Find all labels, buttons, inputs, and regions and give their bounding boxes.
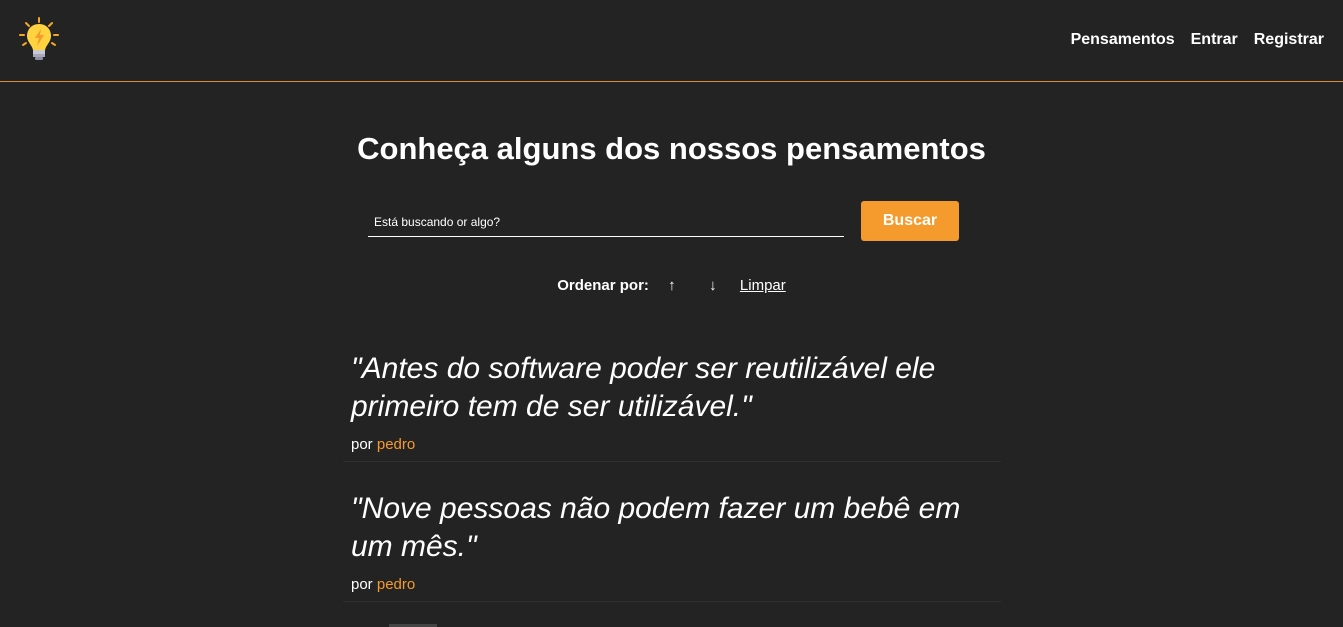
navbar: Pensamentos Entrar Registrar [0, 0, 1343, 82]
lightbulb-icon[interactable] [17, 16, 61, 62]
thought-card: "Antes do software poder ser reutilizáve… [343, 340, 1001, 462]
clear-sort-link[interactable]: Limpar [740, 277, 786, 294]
author-link[interactable]: pedro [377, 576, 415, 593]
thought-author: por pedro [351, 576, 993, 593]
sort-controls: Ordenar por: ↑ ↓ Limpar [0, 277, 1343, 294]
nav-links: Pensamentos Entrar Registrar [1071, 31, 1324, 49]
author-prefix: por [351, 436, 373, 453]
author-link[interactable]: pedro [377, 436, 415, 453]
thought-author: por pedro [351, 436, 993, 453]
thoughts-list: "Antes do software poder ser reutilizáve… [343, 340, 1001, 620]
search-input[interactable] [368, 207, 844, 237]
sort-ascending-icon[interactable]: ↑ [665, 277, 679, 294]
page-title: Conheça alguns dos nossos pensamentos [357, 131, 986, 166]
nav-link-entrar[interactable]: Entrar [1191, 31, 1238, 49]
thought-card: "Nove pessoas não podem fazer um bebê em… [343, 480, 1001, 602]
search-button[interactable]: Buscar [861, 201, 959, 241]
search-form: Buscar [368, 201, 960, 241]
sort-label: Ordenar por: [557, 277, 649, 294]
author-prefix: por [351, 576, 373, 593]
nav-link-registrar[interactable]: Registrar [1254, 31, 1324, 49]
thought-text: "Nove pessoas não podem fazer um bebê em… [351, 492, 961, 563]
nav-link-pensamentos[interactable]: Pensamentos [1071, 31, 1175, 49]
sort-descending-icon[interactable]: ↓ [706, 277, 720, 294]
thought-text: "Antes do software poder ser reutilizáve… [351, 352, 936, 423]
